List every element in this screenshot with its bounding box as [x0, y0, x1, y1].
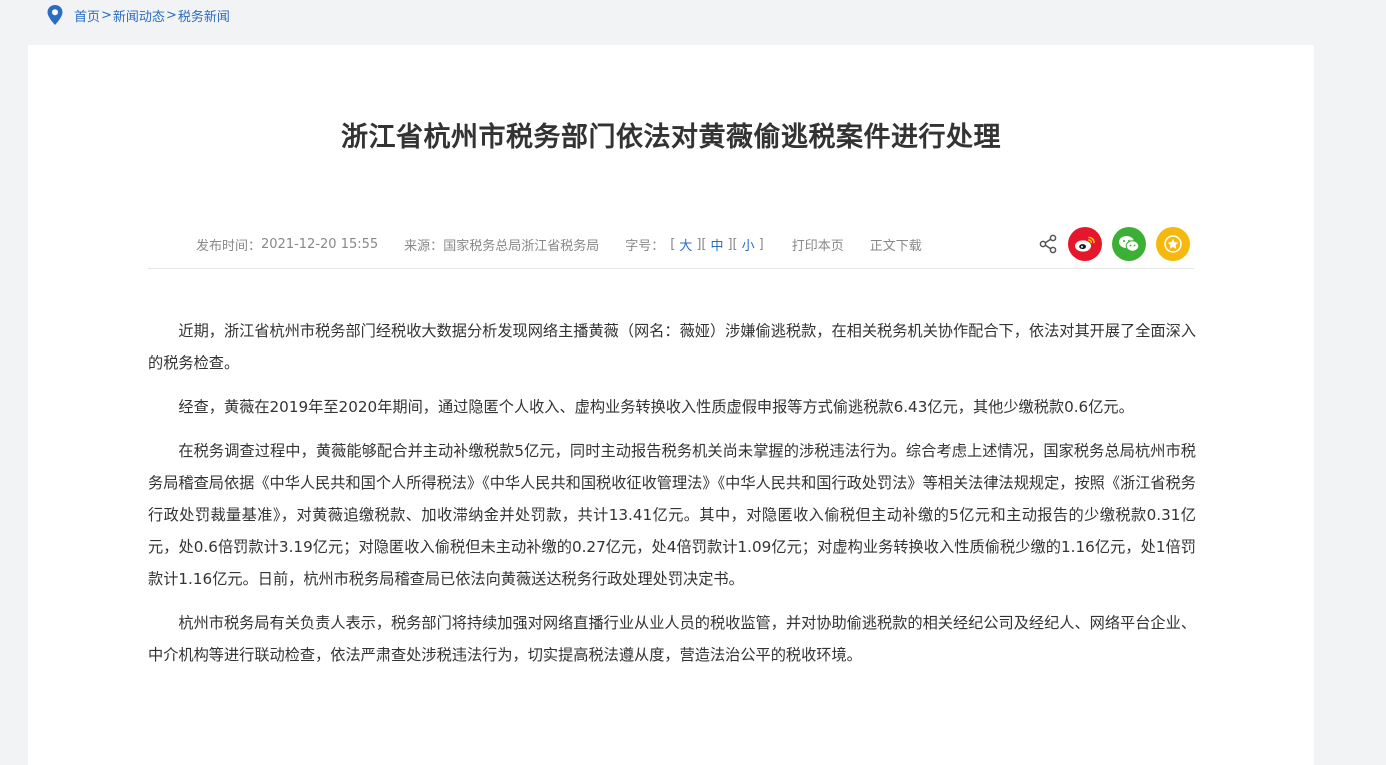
bracket-separator: ][	[727, 236, 738, 252]
print-page-link[interactable]: 打印本页	[792, 235, 844, 254]
bracket-separator: ][	[696, 236, 707, 252]
weibo-share-button[interactable]	[1068, 227, 1102, 261]
wechat-share-button[interactable]	[1112, 227, 1146, 261]
article-paragraph: 近期，浙江省杭州市税务部门经税收大数据分析发现网络主播黄薇（网名：薇娅）涉嫌偷逃…	[148, 322, 1196, 372]
share-bar	[1038, 227, 1200, 261]
source-value: 国家税务总局浙江省税务局	[443, 238, 600, 254]
article-title: 浙江省杭州市税务部门依法对黄薇偷逃税案件进行处理	[341, 122, 1001, 153]
article-paragraph: 杭州市税务局有关负责人表示，税务部门将持续加强对网络直播行业从业人员的税收监管，…	[148, 614, 1196, 664]
breadcrumb-news[interactable]: 新闻动态	[113, 6, 165, 25]
source-label: 来源：	[404, 238, 444, 254]
meta-divider	[148, 268, 1194, 269]
font-size-large[interactable]: 大	[677, 235, 694, 254]
wechat-icon	[1119, 236, 1140, 252]
star-icon	[1164, 235, 1182, 253]
location-pin-icon	[47, 5, 63, 25]
share-nodes-icon[interactable]	[1038, 234, 1058, 254]
article-body: 近期，浙江省杭州市税务部门经税收大数据分析发现网络主播黄薇（网名：薇娅）涉嫌偷逃…	[148, 315, 1196, 683]
font-size-label: 字号：	[625, 238, 665, 254]
font-size-medium[interactable]: 中	[708, 235, 725, 254]
article-paragraph: 经查，黄薇在2019年至2020年期间，通过隐匿个人收入、虚构业务转换收入性质虚…	[178, 398, 1134, 416]
font-size-small[interactable]: 小	[740, 235, 757, 254]
breadcrumb-separator: >	[101, 7, 112, 23]
breadcrumb: 首页 > 新闻动态 > 税务新闻	[46, 5, 230, 25]
font-size-group: 字号： [ 大 ][ 中 ][ 小 ]	[625, 235, 766, 254]
article-card: 浙江省杭州市税务部门依法对黄薇偷逃税案件进行处理 发布时间： 2021-12-2…	[28, 45, 1314, 765]
bracket-open: [	[670, 236, 676, 252]
breadcrumb-tax-news[interactable]: 税务新闻	[178, 6, 230, 25]
print-group: 打印本页	[792, 235, 844, 254]
article-meta: 发布时间： 2021-12-20 15:55 来源： 国家税务总局浙江省税务局 …	[196, 233, 948, 255]
download-text-link[interactable]: 正文下载	[870, 235, 922, 254]
article-paragraph: 在税务调查过程中，黄薇能够配合并主动补缴税款5亿元，同时主动报告税务机关尚未掌握…	[148, 442, 1196, 588]
publish-time-value: 2021-12-20 15:55	[261, 236, 379, 252]
source-group: 来源： 国家税务总局浙江省税务局	[404, 235, 599, 254]
favorite-button[interactable]	[1156, 227, 1190, 261]
weibo-icon	[1075, 236, 1095, 252]
download-group: 正文下载	[870, 235, 922, 254]
publish-time-label: 发布时间：	[196, 238, 262, 254]
breadcrumb-separator: >	[165, 7, 177, 23]
publish-time-group: 发布时间： 2021-12-20 15:55	[196, 235, 378, 254]
bracket-close: ]	[758, 236, 764, 252]
breadcrumb-home[interactable]: 首页	[74, 6, 100, 25]
